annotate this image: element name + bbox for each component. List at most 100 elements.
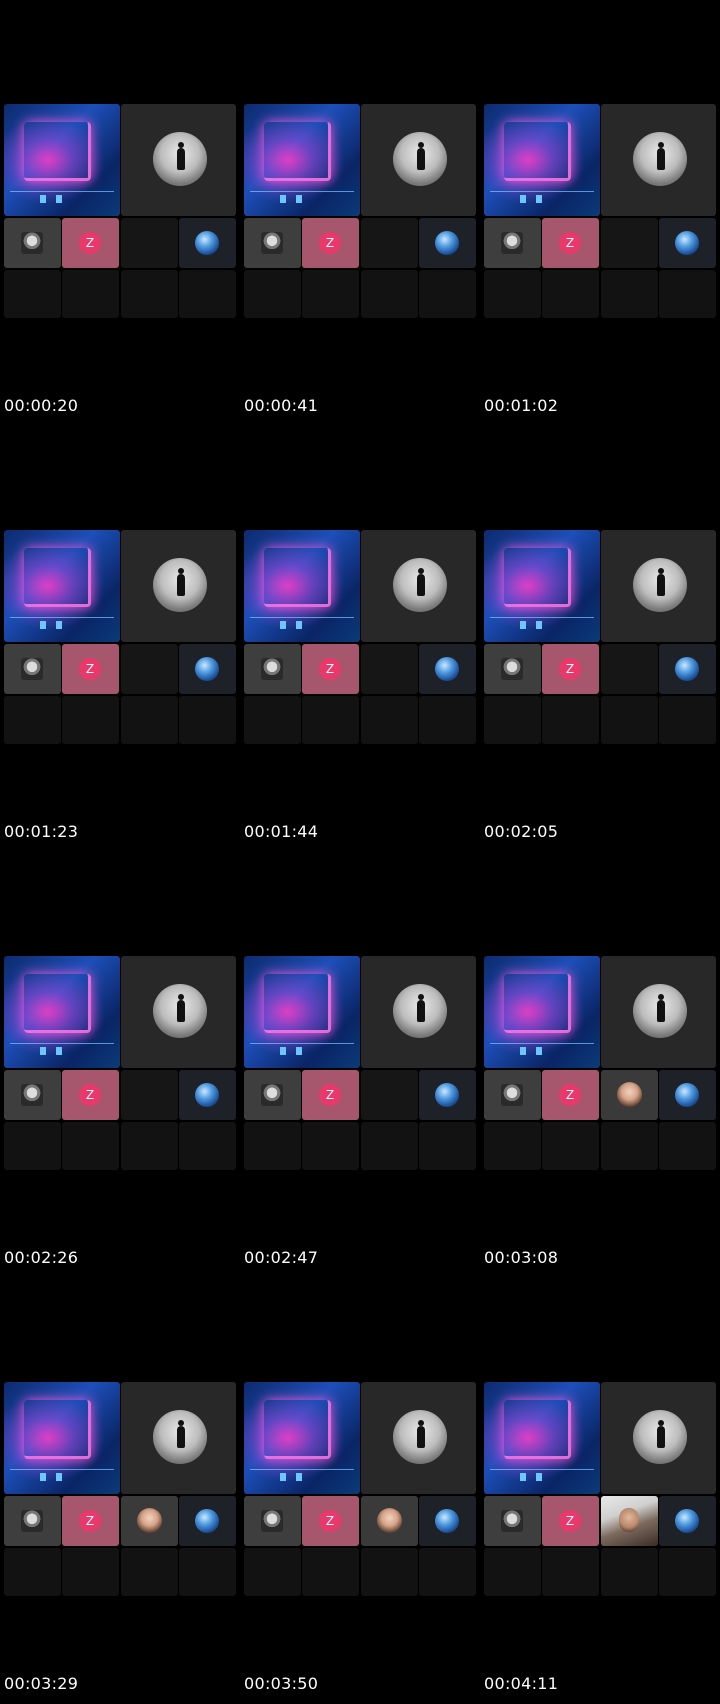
screen-share-tile[interactable] (244, 530, 360, 642)
participant-tile-guest[interactable] (601, 1496, 658, 1546)
portrait-avatar-icon (21, 232, 43, 254)
empty-tile (62, 1122, 119, 1170)
earth-avatar-icon (195, 1509, 219, 1533)
participant-tile-portrait[interactable] (244, 1496, 301, 1546)
participant-tile-z[interactable]: Z (302, 1070, 359, 1120)
host-video-tile[interactable] (361, 104, 476, 216)
participant-tile-earth[interactable] (419, 1070, 476, 1120)
participant-tile-portrait[interactable] (484, 218, 541, 268)
participant-tile-z[interactable]: Z (542, 218, 599, 268)
participant-tile-portrait[interactable] (4, 218, 61, 268)
participant-tile-z[interactable]: Z (62, 218, 119, 268)
participant-tile-earth[interactable] (179, 1070, 236, 1120)
screen-share-tile[interactable] (244, 104, 360, 216)
participant-tile-portrait[interactable] (244, 218, 301, 268)
screen-share-tile[interactable] (484, 530, 600, 642)
participant-tile-z[interactable]: Z (62, 644, 119, 694)
screen-share-tile[interactable] (4, 530, 120, 642)
participant-tile-earth[interactable] (659, 218, 716, 268)
person-silhouette (177, 994, 185, 1022)
host-video-tile[interactable] (601, 956, 716, 1068)
participant-tile-portrait[interactable] (4, 644, 61, 694)
participant-tile-earth[interactable] (419, 1496, 476, 1546)
participant-tile-guest[interactable] (121, 218, 178, 268)
host-video-tile[interactable] (601, 530, 716, 642)
participant-tile-portrait[interactable] (484, 644, 541, 694)
host-video-tile[interactable] (361, 1382, 476, 1494)
portrait-avatar-icon (501, 1510, 523, 1532)
earth-avatar-icon (435, 1509, 459, 1533)
empty-tile (244, 270, 301, 318)
participant-tile-guest[interactable] (601, 1070, 658, 1120)
screen-share-tile[interactable] (4, 104, 120, 216)
meeting-screen: Z (4, 956, 236, 1174)
screen-share-tile[interactable] (484, 1382, 600, 1494)
host-video-tile[interactable] (121, 104, 236, 216)
participant-tile-guest[interactable] (601, 644, 658, 694)
portrait-avatar-icon (261, 232, 283, 254)
participant-tile-portrait[interactable] (4, 1070, 61, 1120)
empty-tile (244, 696, 301, 744)
participant-tile-z[interactable]: Z (542, 1070, 599, 1120)
host-video-tile[interactable] (121, 956, 236, 1068)
participant-tile-earth[interactable] (659, 1496, 716, 1546)
screen-share-tile[interactable] (4, 1382, 120, 1494)
screen-share-tile[interactable] (484, 104, 600, 216)
participant-tile-portrait[interactable] (484, 1496, 541, 1546)
participant-tile-guest[interactable] (361, 1070, 418, 1120)
participant-tile-guest[interactable] (121, 1496, 178, 1546)
empty-tile (361, 270, 418, 318)
participant-tile-guest[interactable] (361, 644, 418, 694)
participant-tile-earth[interactable] (179, 644, 236, 694)
person-silhouette (657, 994, 665, 1022)
hud-graphic (10, 617, 114, 632)
participant-tile-earth[interactable] (179, 1496, 236, 1546)
participant-tile-z[interactable]: Z (302, 1496, 359, 1546)
portrait-avatar-icon (261, 658, 283, 680)
empty-tile (601, 1122, 658, 1170)
participant-tile-guest[interactable] (601, 218, 658, 268)
earth-avatar-icon (195, 231, 219, 255)
participant-tile-earth[interactable] (179, 218, 236, 268)
neon-frame-graphic (504, 974, 571, 1033)
participant-tile-earth[interactable] (659, 1070, 716, 1120)
participant-tile-z[interactable]: Z (542, 1496, 599, 1546)
participant-tile-guest[interactable] (361, 218, 418, 268)
participant-tile-z[interactable]: Z (62, 1070, 119, 1120)
participant-tile-z[interactable]: Z (302, 218, 359, 268)
participant-tile-z[interactable]: Z (542, 644, 599, 694)
host-video-tile[interactable] (121, 530, 236, 642)
participant-tile-portrait[interactable] (4, 1496, 61, 1546)
neon-frame-graphic (504, 1400, 571, 1459)
participant-tile-guest[interactable] (121, 1070, 178, 1120)
participant-tile-guest[interactable] (121, 644, 178, 694)
participant-tile-guest[interactable] (361, 1496, 418, 1546)
screen-share-tile[interactable] (244, 956, 360, 1068)
neon-frame-graphic (504, 122, 571, 181)
host-video-tile[interactable] (361, 956, 476, 1068)
host-video-tile[interactable] (601, 104, 716, 216)
empty-tile (121, 696, 178, 744)
screen-share-tile[interactable] (244, 1382, 360, 1494)
neon-frame-graphic (264, 974, 331, 1033)
portrait-avatar-icon (261, 1510, 283, 1532)
participant-tile-portrait[interactable] (484, 1070, 541, 1120)
participant-tile-z[interactable]: Z (62, 1496, 119, 1546)
empty-tile (244, 1122, 301, 1170)
host-video-tile[interactable] (361, 530, 476, 642)
screen-share-tile[interactable] (4, 956, 120, 1068)
empty-tile (179, 1122, 236, 1170)
participant-tile-z[interactable]: Z (302, 644, 359, 694)
host-video-tile[interactable] (601, 1382, 716, 1494)
empty-tile (62, 270, 119, 318)
empty-tile (179, 270, 236, 318)
initial-badge: Z (559, 1510, 581, 1532)
participant-tile-earth[interactable] (659, 644, 716, 694)
empty-tile (302, 696, 359, 744)
participant-tile-portrait[interactable] (244, 644, 301, 694)
participant-tile-earth[interactable] (419, 218, 476, 268)
screen-share-tile[interactable] (484, 956, 600, 1068)
participant-tile-portrait[interactable] (244, 1070, 301, 1120)
host-video-tile[interactable] (121, 1382, 236, 1494)
participant-tile-earth[interactable] (419, 644, 476, 694)
